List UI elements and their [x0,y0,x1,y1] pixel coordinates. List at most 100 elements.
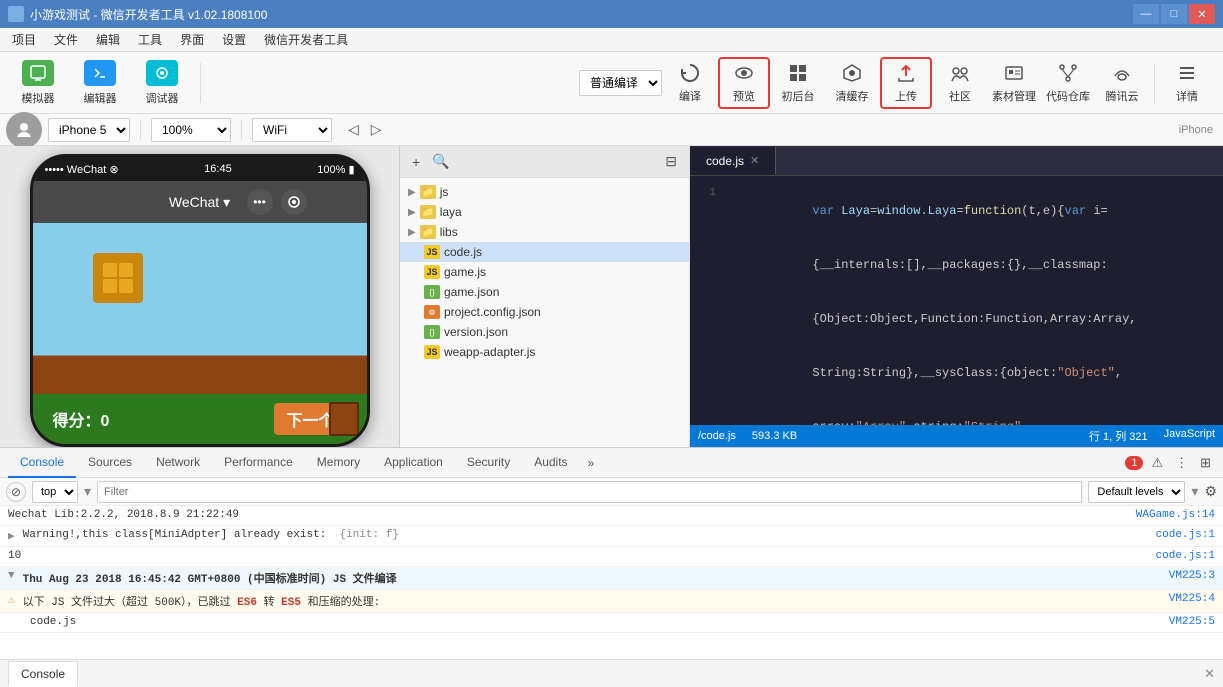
tab-network[interactable]: Network [144,448,212,478]
bottom-tab-label: Console [21,667,65,681]
editor-button[interactable]: 编辑器 [72,57,128,109]
community-icon [946,61,974,85]
tab-memory[interactable]: Memory [305,448,372,478]
cache-icon [838,61,866,85]
clear-console-button[interactable]: ⊘ [6,482,26,502]
status-language: JavaScript [1164,428,1215,444]
preview-button[interactable]: 预览 [718,57,770,109]
nav-forward-button[interactable]: ▷ [367,119,386,140]
tab-application[interactable]: Application [372,448,455,478]
upload-button[interactable]: 上传 [880,57,932,109]
close-button[interactable]: ✕ [1189,4,1215,24]
tab-audits[interactable]: Audits [522,448,579,478]
tree-arrow-libs: ▶ [408,227,416,238]
list-item[interactable]: ▶ 📁 js [400,182,689,202]
devtools-warning-icon[interactable]: ⚠ [1147,453,1167,473]
close-bottom-panel-button[interactable]: ✕ [1204,666,1215,682]
list-item[interactable]: {} game.json [400,282,689,302]
cache-button[interactable]: 清缓存 [826,57,878,109]
phone-status-time: 16:45 [204,163,232,175]
tencent-button[interactable]: 腾讯云 [1096,57,1148,109]
device-select[interactable]: iPhone 5 [48,118,130,142]
tree-item-label: game.js [444,265,486,279]
editor-tab-codejs[interactable]: code.js ✕ [690,147,776,175]
repo-label: 代码仓库 [1046,88,1090,104]
console-source-link[interactable]: WAGame.js:14 [1136,509,1215,521]
upload-icon [892,61,920,85]
menu-tools[interactable]: 工具 [130,29,170,50]
line-number [690,400,726,425]
tab-sources[interactable]: Sources [76,448,144,478]
file-tree: ▶ 📁 js ▶ 📁 laya ▶ 📁 libs [400,178,689,447]
simulator-button[interactable]: 模拟器 [10,57,66,109]
menu-wechat-devtools[interactable]: 微信开发者工具 [256,29,356,50]
list-item[interactable]: ▶ 📁 libs [400,222,689,242]
console-entry: 10 code.js:1 [0,547,1223,567]
menu-edit[interactable]: 编辑 [88,29,128,50]
console-source-link[interactable]: VM225:3 [1169,570,1215,582]
json-file-icon: {} [424,285,440,299]
tab-performance[interactable]: Performance [212,448,305,478]
list-item[interactable]: {} version.json [400,322,689,342]
console-settings-button[interactable]: ⚙ [1204,483,1217,500]
expand-arrow-icon[interactable]: ▶ [8,529,15,543]
compile-label: 编译 [679,88,701,104]
code-area[interactable]: 1 var Laya=window.Laya=function(t,e){var… [690,176,1223,425]
list-item[interactable]: JS weapp-adapter.js [400,342,689,362]
line-content: var Laya=window.Laya=function(t,e){var i… [726,184,1116,238]
debugger-button[interactable]: 调试器 [134,57,190,109]
tree-item-label: js [440,185,449,199]
maximize-button[interactable]: □ [1161,4,1187,24]
collapse-panel-button[interactable]: ⊟ [661,151,681,172]
list-item[interactable]: ▶ 📁 laya [400,202,689,222]
wechat-more-btn[interactable]: ••• [247,189,273,215]
simulator-label: 模拟器 [22,90,55,106]
wechat-action-btns: ••• [247,189,307,215]
devtools-more-icon[interactable]: ⋮ [1171,453,1192,473]
game-score-bar: 得分：0 下一个 [33,394,367,444]
context-select[interactable]: top [32,481,78,503]
tencent-icon [1108,61,1136,85]
tab-security[interactable]: Security [455,448,522,478]
menu-interface[interactable]: 界面 [172,29,212,50]
minimize-button[interactable]: — [1133,4,1159,24]
menu-project[interactable]: 项目 [4,29,44,50]
nav-back-button[interactable]: ◁ [344,119,363,140]
console-filter-input[interactable] [97,481,1082,503]
community-button[interactable]: 社区 [934,57,986,109]
console-source-link[interactable]: code.js:1 [1156,529,1215,541]
menu-settings[interactable]: 设置 [214,29,254,50]
sources-tab-label: Sources [88,455,132,469]
compile-mode-select[interactable]: 普通编译 [579,70,662,96]
devtools-expand-icon[interactable]: ⊞ [1196,453,1215,473]
tab-console[interactable]: Console [8,448,76,478]
console-source-link[interactable]: code.js:1 [1156,550,1215,562]
detail-button[interactable]: 详情 [1161,57,1213,109]
wechat-target-btn[interactable] [281,189,307,215]
device-toolbar: iPhone 5 100% WiFi ◁ ▷ iPhone [0,114,1223,146]
assets-button[interactable]: 素材管理 [988,57,1040,109]
zoom-select[interactable]: 100% [151,118,231,142]
new-file-button[interactable]: + [408,152,424,172]
device-label: iPhone [396,124,1217,136]
levels-select[interactable]: Default levels [1088,481,1185,503]
console-source-link[interactable]: VM225:5 [1169,616,1215,628]
tab-close-button[interactable]: ✕ [750,154,759,167]
search-file-button[interactable]: 🔍 [428,151,453,172]
backend-label: 初后台 [782,88,815,104]
backend-button[interactable]: 初后台 [772,57,824,109]
list-item[interactable]: ⚙ project.config.json [400,302,689,322]
performance-tab-label: Performance [224,455,293,469]
console-entry: ▼ Thu Aug 23 2018 16:45:42 GMT+0800 (中国标… [0,567,1223,590]
bottom-console-tab[interactable]: Console [8,661,78,687]
list-item[interactable]: JS game.js [400,262,689,282]
network-select[interactable]: WiFi [252,118,332,142]
more-tabs-button[interactable]: » [580,456,603,470]
console-source-link[interactable]: VM225:4 [1169,593,1215,605]
repo-button[interactable]: 代码仓库 [1042,57,1094,109]
repo-icon [1054,61,1082,85]
list-item[interactable]: JS code.js [400,242,689,262]
menu-file[interactable]: 文件 [46,29,86,50]
section-expand-icon[interactable]: ▼ [8,570,15,582]
compile-button[interactable]: 编译 [664,57,716,109]
